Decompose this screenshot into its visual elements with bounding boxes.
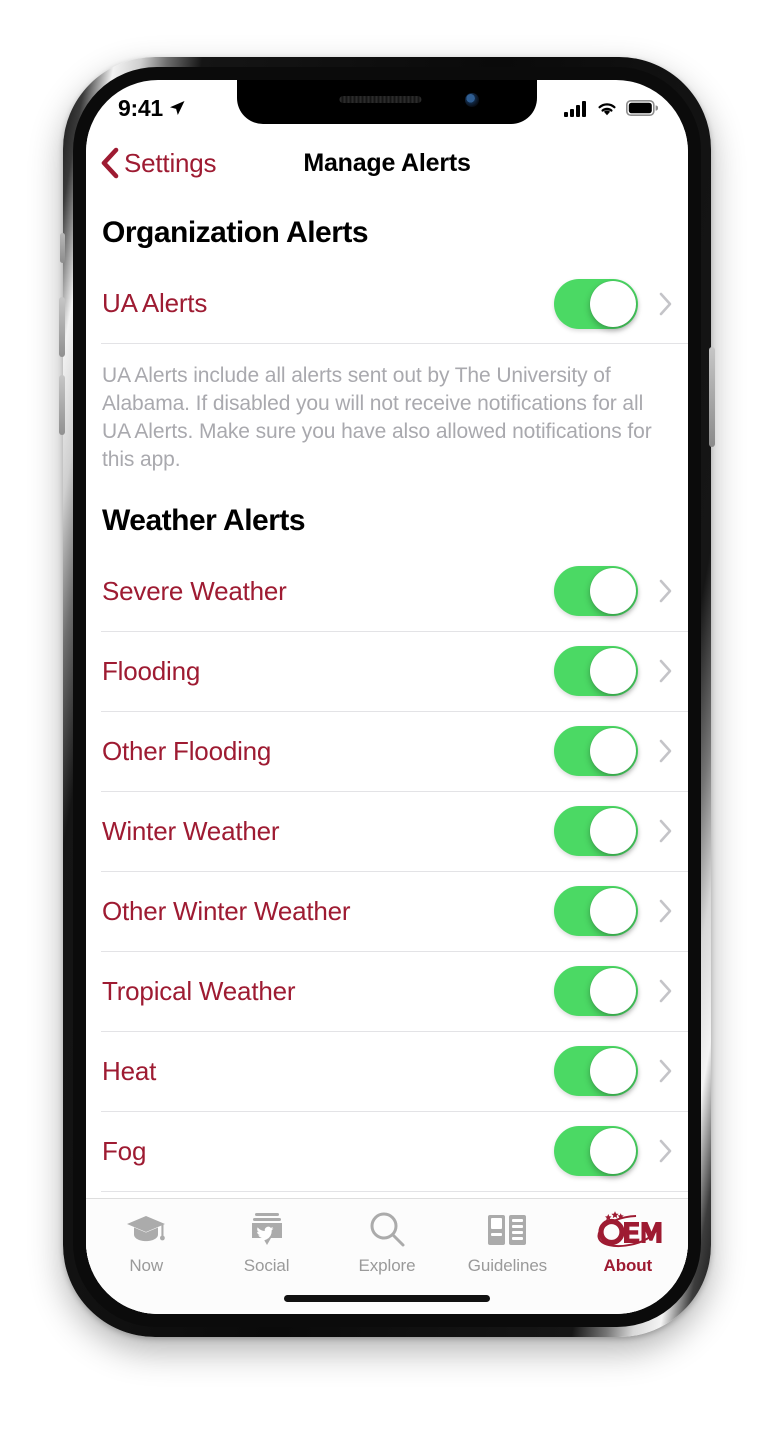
wifi-icon xyxy=(598,103,616,116)
tab-now[interactable]: Now xyxy=(86,1210,206,1276)
row-label: Tropical Weather xyxy=(102,975,296,1006)
chevron-right-icon xyxy=(658,899,674,923)
toggle-knob xyxy=(590,648,636,695)
tab-about[interactable]: About xyxy=(568,1210,688,1276)
status-time: 9:41 xyxy=(118,94,163,121)
tab-label: Now xyxy=(129,1256,164,1275)
row-label: Other Flooding xyxy=(102,735,272,766)
section-header-organization-alerts: Organization Alerts xyxy=(102,216,369,249)
toggle-knob xyxy=(590,568,636,615)
front-camera-icon xyxy=(465,93,479,107)
tab-label: Explore xyxy=(358,1256,416,1275)
toggle-severe-weather[interactable] xyxy=(554,566,638,617)
chevron-left-icon xyxy=(101,147,119,179)
graduation-cap-icon xyxy=(125,1210,167,1250)
section-description-organization-alerts: UA Alerts include all alerts sent out by… xyxy=(102,364,652,471)
toggle-flooding[interactable] xyxy=(554,646,638,697)
oem-logo-icon xyxy=(593,1210,663,1250)
toggle-ua-alerts[interactable] xyxy=(554,278,638,329)
two-page-book-icon xyxy=(486,1210,528,1250)
toggle-other-winter-weather[interactable] xyxy=(554,886,638,937)
twitter-bubble-icon xyxy=(247,1210,287,1250)
toggle-other-flooding[interactable] xyxy=(554,726,638,777)
tab-guidelines[interactable]: Guidelines xyxy=(447,1210,567,1276)
cellular-signal-icon xyxy=(564,100,586,117)
volume-down-button[interactable] xyxy=(59,375,65,435)
toggle-knob xyxy=(590,1048,636,1095)
toggle-tropical-weather[interactable] xyxy=(554,966,638,1017)
navigation-bar: Settings Manage Alerts xyxy=(86,130,688,196)
row-label: Other Winter Weather xyxy=(102,895,351,926)
device-notch xyxy=(237,80,537,124)
chevron-right-icon xyxy=(658,292,674,316)
row-other-flooding[interactable]: Other Flooding xyxy=(86,711,688,791)
mute-switch-button[interactable] xyxy=(60,233,65,263)
location-arrow-icon xyxy=(169,101,185,115)
toggle-knob xyxy=(590,888,636,935)
settings-scroll-area[interactable]: Organization Alerts UA Alerts UA Alerts … xyxy=(86,196,688,1314)
toggle-knob xyxy=(590,808,636,855)
status-bar-left: 9:41 xyxy=(118,95,186,122)
row-ua-alerts[interactable]: UA Alerts xyxy=(86,264,688,343)
chevron-right-icon xyxy=(658,1139,674,1163)
iphone-device-frame: 9:41 Settings Manage Alerts Organization… xyxy=(59,57,715,1337)
toggle-knob xyxy=(590,728,636,775)
chevron-right-icon xyxy=(658,819,674,843)
toggle-fog[interactable] xyxy=(554,1126,638,1177)
chevron-right-icon xyxy=(658,1059,674,1083)
phone-screen: 9:41 Settings Manage Alerts Organization… xyxy=(86,80,688,1314)
power-button[interactable] xyxy=(709,347,715,447)
tab-social[interactable]: Social xyxy=(206,1210,326,1276)
toggle-knob xyxy=(590,968,636,1015)
chevron-right-icon xyxy=(658,979,674,1003)
row-tropical-weather[interactable]: Tropical Weather xyxy=(86,951,688,1031)
row-winter-weather[interactable]: Winter Weather xyxy=(86,791,688,871)
tab-label: Guidelines xyxy=(467,1256,548,1275)
tab-label: Social xyxy=(243,1256,290,1275)
toggle-heat[interactable] xyxy=(554,1046,638,1097)
battery-full-icon xyxy=(626,100,658,116)
row-heat[interactable]: Heat xyxy=(86,1031,688,1111)
row-label: Severe Weather xyxy=(102,575,287,606)
toggle-knob xyxy=(590,1128,636,1175)
chevron-right-icon xyxy=(658,579,674,603)
row-fog[interactable]: Fog xyxy=(86,1111,688,1191)
home-indicator[interactable] xyxy=(284,1295,490,1302)
row-label: Flooding xyxy=(102,655,201,686)
row-severe-weather[interactable]: Severe Weather xyxy=(86,551,688,631)
row-label: Winter Weather xyxy=(102,815,280,846)
section-header-weather-alerts: Weather Alerts xyxy=(102,503,306,537)
tab-explore[interactable]: Explore xyxy=(327,1210,447,1276)
row-label: Fog xyxy=(102,1135,147,1166)
volume-up-button[interactable] xyxy=(59,297,65,357)
row-label: Heat xyxy=(102,1055,157,1086)
row-label: UA Alerts xyxy=(102,288,208,318)
toggle-winter-weather[interactable] xyxy=(554,806,638,857)
chevron-right-icon xyxy=(658,659,674,683)
tab-label: About xyxy=(603,1256,653,1275)
status-bar-right xyxy=(564,99,658,117)
row-other-winter-weather[interactable]: Other Winter Weather xyxy=(86,871,688,951)
row-flooding[interactable]: Flooding xyxy=(86,631,688,711)
back-button[interactable]: Settings xyxy=(100,147,217,179)
magnifying-glass-icon xyxy=(367,1210,407,1250)
earpiece-speaker-icon xyxy=(339,96,422,103)
chevron-right-icon xyxy=(658,739,674,763)
back-button-label: Settings xyxy=(124,147,217,178)
device-stage: 9:41 Settings Manage Alerts Organization… xyxy=(0,0,768,1442)
toggle-knob xyxy=(590,280,636,327)
